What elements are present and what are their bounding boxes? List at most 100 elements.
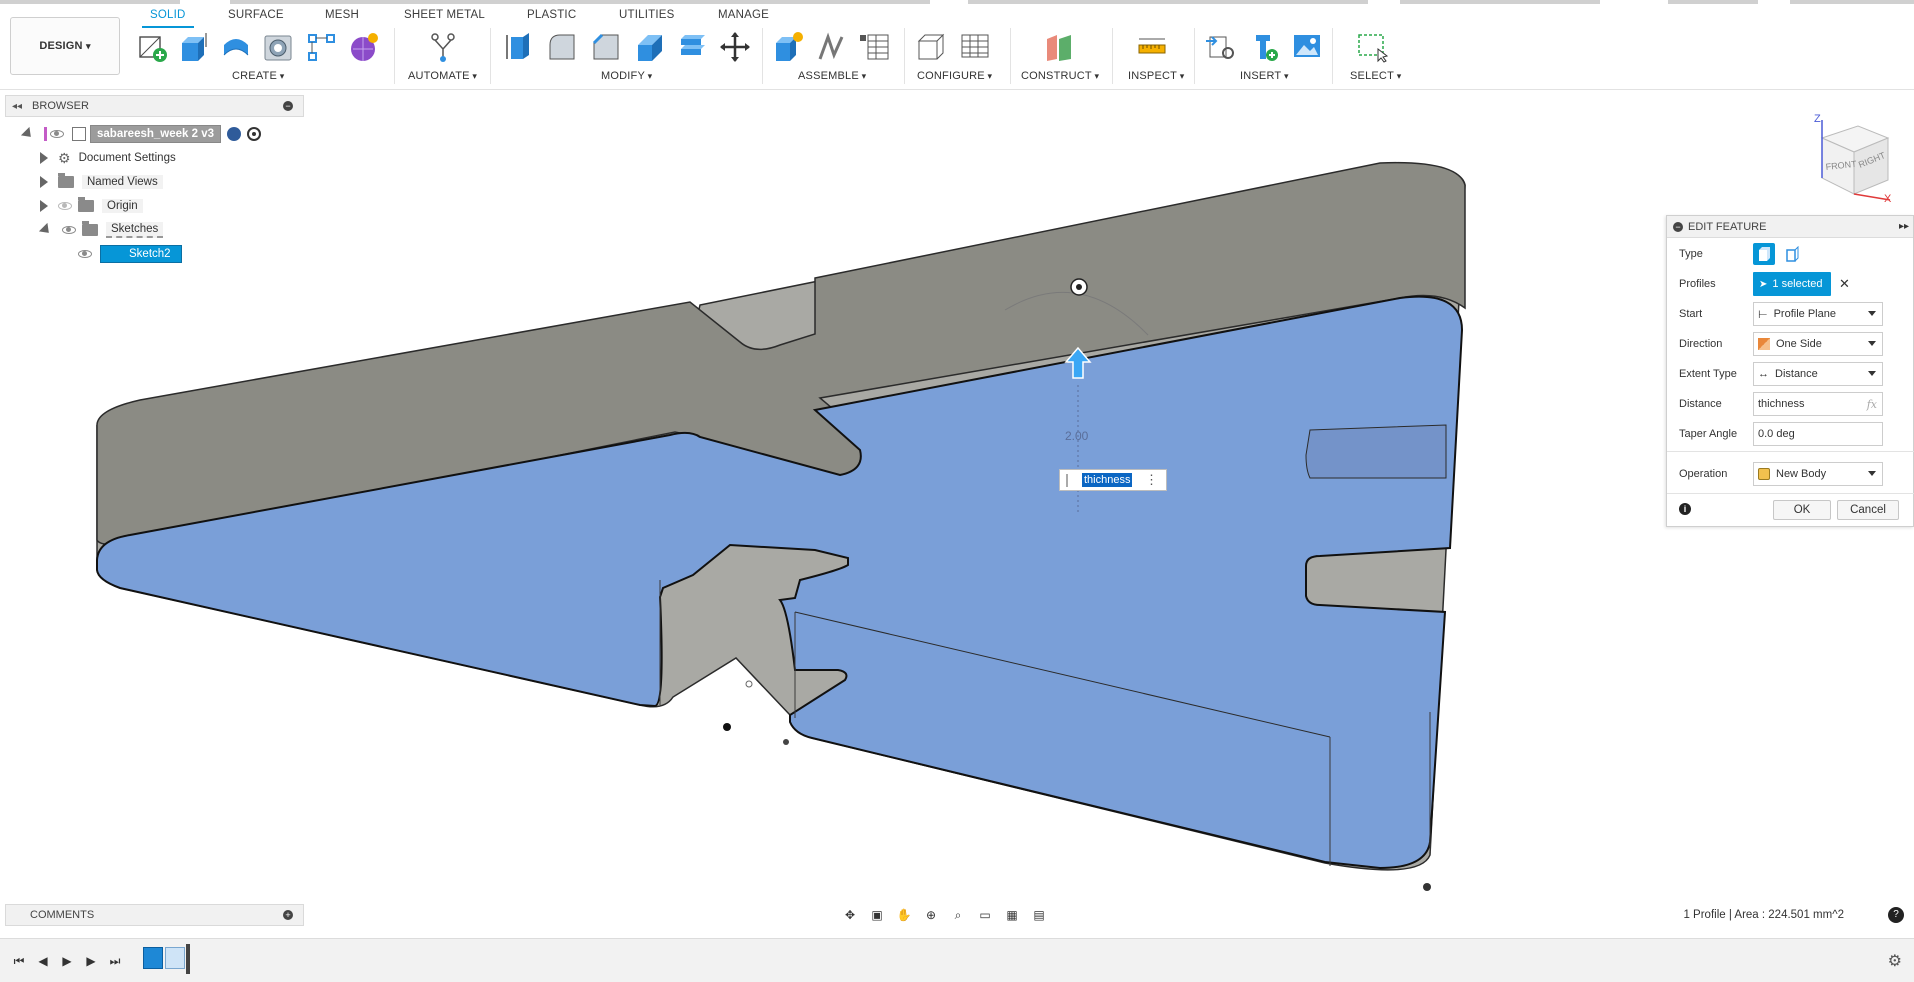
timeline: ⏮ ◀ ▶ ▶ ⏭ ⚙ <box>0 938 1914 982</box>
expand-icon[interactable] <box>40 176 48 188</box>
cancel-button[interactable]: Cancel <box>1837 500 1899 520</box>
profiles-select-button[interactable]: ➤ 1 selected <box>1753 272 1831 296</box>
start-value: Profile Plane <box>1773 308 1836 320</box>
distance-value: thichness <box>1758 398 1805 410</box>
zoom-icon[interactable]: ⊕ <box>919 904 943 926</box>
collapse-icon[interactable] <box>38 222 54 238</box>
start-dropdown[interactable]: ⊢ Profile Plane <box>1753 302 1883 326</box>
distance-field[interactable]: thichness fx <box>1753 392 1883 416</box>
type-solid-icon[interactable] <box>1753 243 1775 265</box>
collapse-left-icon[interactable]: ◂◂ <box>12 101 22 112</box>
distance-inline-value: thichness <box>1082 473 1133 487</box>
profile-plane-icon: ⊢ <box>1758 308 1768 321</box>
help-icon[interactable]: ? <box>1888 907 1904 923</box>
timeline-marker[interactable] <box>186 944 190 974</box>
tree-item-label: Sketch2 <box>100 245 182 263</box>
browser-title: BROWSER <box>32 100 89 112</box>
step-forward-icon[interactable]: ▶ <box>82 953 100 969</box>
fx-icon[interactable]: fx <box>1867 398 1877 411</box>
taper-angle-value: 0.0 deg <box>1758 428 1795 440</box>
tree-item-label: Origin <box>102 199 143 213</box>
distance-inline-input[interactable]: thichness ⋮ <box>1059 469 1167 491</box>
edit-feature-header: − EDIT FEATURE ▸▸ <box>1667 216 1913 238</box>
chevron-down-icon <box>1868 341 1876 346</box>
ef-extent-row: Extent Type ↔ Distance <box>1667 359 1914 389</box>
expand-icon[interactable] <box>40 152 48 164</box>
timeline-settings-icon[interactable]: ⚙ <box>1888 951 1902 971</box>
tree-item-label: Sketches <box>106 222 164 238</box>
extent-type-label: Extent Type <box>1679 368 1737 380</box>
visibility-eye-icon[interactable] <box>62 226 76 234</box>
expand-icon[interactable] <box>20 126 36 142</box>
step-back-icon[interactable]: ◀ <box>34 953 52 969</box>
tree-item-origin[interactable]: Origin <box>40 196 143 216</box>
model-viewport[interactable]: 2.00 <box>0 0 1914 982</box>
tree-item-sketches[interactable]: Sketches <box>38 220 164 240</box>
viewports-icon[interactable]: ▤ <box>1027 904 1051 926</box>
more-options-icon[interactable]: ⋮ <box>1145 472 1158 488</box>
play-icon[interactable]: ▶ <box>58 953 76 969</box>
tree-item-document-settings[interactable]: ⚙ Document Settings <box>40 148 176 168</box>
go-to-end-icon[interactable]: ⏭ <box>106 953 124 969</box>
pan-icon[interactable]: ✋ <box>892 904 916 926</box>
tree-item-label: Named Views <box>82 175 163 189</box>
comments-title: COMMENTS <box>30 909 95 921</box>
collapse-icon[interactable]: − <box>1673 221 1683 232</box>
visibility-eye-icon[interactable] <box>78 250 92 258</box>
dimension-text: 2.00 <box>1065 429 1089 443</box>
extent-type-value: Distance <box>1775 368 1818 380</box>
hidden-eye-icon[interactable] <box>58 202 72 210</box>
browser-options-icon[interactable]: − <box>283 101 293 111</box>
operation-label: Operation <box>1679 468 1728 480</box>
extent-type-dropdown[interactable]: ↔ Distance <box>1753 362 1883 386</box>
edit-feature-panel: − EDIT FEATURE ▸▸ Type Profiles ➤ 1 sele… <box>1666 215 1914 527</box>
navigation-bar: ✥ ▣ ✋ ⊕ ⌕ ▭ ▦ ▤ <box>838 903 1078 927</box>
direction-dropdown[interactable]: One Side <box>1753 332 1883 356</box>
one-side-icon <box>1758 338 1770 350</box>
type-thin-icon[interactable] <box>1781 243 1803 265</box>
edit-feature-title: EDIT FEATURE <box>1688 220 1767 233</box>
ef-start-row: Start ⊢ Profile Plane <box>1667 299 1914 329</box>
distance-label: Distance <box>1679 398 1722 410</box>
display-settings-icon[interactable]: ▭ <box>973 904 997 926</box>
fit-icon[interactable]: ⌕ <box>946 904 970 926</box>
orbit-icon[interactable]: ✥ <box>838 904 862 926</box>
profiles-value: 1 selected <box>1772 278 1823 290</box>
chevron-down-icon <box>1868 371 1876 376</box>
tree-root[interactable]: sabareesh_week 2 v3 <box>20 124 262 144</box>
activate-target-icon[interactable] <box>247 127 262 141</box>
add-comment-icon[interactable]: + <box>283 910 293 920</box>
tree-item-named-views[interactable]: Named Views <box>40 172 163 192</box>
ef-type-row: Type <box>1667 239 1914 269</box>
cursor-icon: ➤ <box>1759 278 1768 290</box>
chevron-down-icon <box>1868 471 1876 476</box>
axis-x-label: X <box>1884 193 1892 205</box>
info-icon[interactable]: i <box>1679 503 1691 515</box>
taper-angle-field[interactable]: 0.0 deg <box>1753 422 1883 446</box>
direction-value: One Side <box>1776 338 1822 350</box>
browser-header: ◂◂ BROWSER − <box>5 95 304 117</box>
tree-item-sketch2[interactable]: Sketch2 <box>78 244 182 264</box>
input-handle <box>1066 474 1068 487</box>
grid-icon[interactable]: ▦ <box>1000 904 1024 926</box>
operation-dropdown[interactable]: New Body <box>1753 462 1883 486</box>
timeline-sketch-icon[interactable] <box>143 947 163 969</box>
timeline-extrude-icon[interactable] <box>165 947 185 969</box>
folder-icon <box>78 197 94 212</box>
axis-z-label: Z <box>1814 113 1821 125</box>
ok-button[interactable]: OK <box>1773 500 1831 520</box>
expand-panel-icon[interactable]: ▸▸ <box>1899 221 1909 232</box>
clear-selection-icon[interactable]: ✕ <box>1839 276 1850 292</box>
user-icon[interactable] <box>227 127 242 141</box>
expand-icon[interactable] <box>40 200 48 212</box>
comments-panel: COMMENTS + <box>5 904 304 926</box>
document-icon <box>72 127 86 141</box>
start-label: Start <box>1679 308 1703 320</box>
go-to-start-icon[interactable]: ⏮ <box>10 953 28 969</box>
visibility-eye-icon[interactable] <box>50 130 64 138</box>
viewcube[interactable]: FRONT RIGHT Z X <box>1800 108 1900 208</box>
look-at-icon[interactable]: ▣ <box>865 904 889 926</box>
direction-label: Direction <box>1679 338 1723 350</box>
model-inner-slot <box>1305 424 1447 479</box>
profiles-label: Profiles <box>1679 278 1716 290</box>
